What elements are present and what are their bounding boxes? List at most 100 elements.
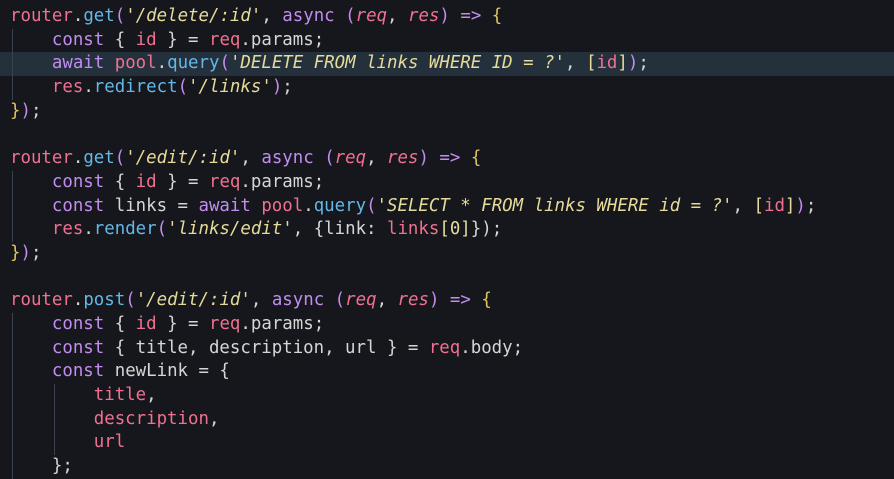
code-token: ( xyxy=(345,6,356,26)
code-token: ( xyxy=(177,77,189,98)
code-line[interactable]: router.get('/delete/:id', async (req, re… xyxy=(0,5,894,29)
code-token: req xyxy=(208,171,241,192)
code-token: 'links/edit' xyxy=(167,219,293,240)
code-token: => xyxy=(439,290,482,311)
code-token: ( xyxy=(114,148,126,169)
code-token: ) xyxy=(418,148,429,169)
code-token: url xyxy=(93,432,126,453)
indent-guide xyxy=(54,407,55,432)
code-token: ; xyxy=(282,77,293,98)
indent-guide xyxy=(12,384,13,408)
indent-guide xyxy=(12,336,13,361)
code-token: .params; xyxy=(240,29,325,50)
indent-guide xyxy=(12,360,13,384)
indent-guide xyxy=(12,431,13,456)
code-token: id xyxy=(135,171,157,192)
code-token: ) xyxy=(20,100,31,121)
code-token: links xyxy=(386,219,440,240)
code-line[interactable]: url xyxy=(0,431,894,456)
code-line[interactable]: const { title, description, url } = req.… xyxy=(0,336,894,361)
code-token: . xyxy=(303,195,314,216)
code-token: . xyxy=(83,77,94,98)
code-token: async xyxy=(261,148,314,169)
code-token: { xyxy=(470,148,482,169)
code-line[interactable]: const newLink = { xyxy=(0,360,894,384)
code-token: { title, description, url } = xyxy=(104,337,429,358)
code-line[interactable]: router.get('/edit/:id', async (req, res)… xyxy=(0,147,894,171)
code-token: title xyxy=(93,385,147,405)
code-line[interactable] xyxy=(0,266,894,290)
code-token: async xyxy=(282,6,335,26)
code-token: description xyxy=(93,408,209,429)
code-token: { xyxy=(104,29,136,50)
code-line[interactable]: title, xyxy=(0,384,894,408)
code-token: => xyxy=(449,6,492,26)
code-token: '/delete/:id' xyxy=(125,6,262,26)
code-token: ; xyxy=(491,219,503,240)
code-token: id xyxy=(596,53,618,74)
code-line[interactable] xyxy=(0,123,894,147)
code-line[interactable]: }); xyxy=(0,100,894,124)
code-token: 'DELETE FROM links WHERE ID = ?' xyxy=(229,53,565,74)
code-token: , xyxy=(146,385,157,405)
code-line[interactable]: res.render('links/edit', {link: links[0]… xyxy=(0,218,894,242)
code-token: res xyxy=(408,6,440,26)
code-token: , xyxy=(387,6,408,26)
code-token: } xyxy=(10,242,21,263)
code-line[interactable]: router.post('/edit/:id', async (req, res… xyxy=(0,289,894,313)
code-line[interactable]: }; xyxy=(0,455,894,479)
code-token: ) xyxy=(20,242,31,263)
code-token: async xyxy=(271,290,325,311)
code-token: [0] xyxy=(439,219,471,240)
indent-guide xyxy=(12,170,13,195)
code-line[interactable]: const { id } = req.params; xyxy=(0,312,894,337)
code-line[interactable]: const { id } = req.params; xyxy=(0,170,894,195)
code-token: ) xyxy=(428,290,440,311)
code-token: req xyxy=(355,6,388,26)
code-line[interactable]: description, xyxy=(0,407,894,432)
code-token: id xyxy=(135,313,157,334)
code-line-highlighted[interactable]: await pool.query('DELETE FROM links WHER… xyxy=(0,52,894,77)
code-token: ( xyxy=(125,290,136,311)
code-token: pool xyxy=(261,195,304,216)
code-token: ; xyxy=(30,242,42,263)
code-token: ) xyxy=(795,195,806,216)
code-token: '/edit/:id' xyxy=(125,148,241,169)
code-token: } = xyxy=(156,313,209,334)
code-token: , xyxy=(208,408,220,429)
code-editor[interactable]: router.get('/delete/:id', async (req, re… xyxy=(0,5,894,479)
code-token: . xyxy=(72,6,84,26)
indent-guide xyxy=(12,28,13,53)
code-token: const xyxy=(51,171,105,192)
code-line[interactable]: }); xyxy=(0,242,894,266)
code-token: await xyxy=(51,53,105,74)
code-token: }) xyxy=(470,219,492,240)
code-token: ] xyxy=(784,195,796,216)
code-token: ; xyxy=(638,53,649,74)
code-token: redirect xyxy=(93,77,178,98)
code-token: { xyxy=(491,6,503,26)
code-line[interactable]: const { id } = req.params; xyxy=(0,28,894,53)
code-line[interactable]: res.redirect('/links'); xyxy=(0,76,894,100)
code-token: , xyxy=(376,290,398,311)
code-token: query xyxy=(313,195,367,216)
code-token: { xyxy=(104,171,136,192)
code-line[interactable]: const links = await pool.query('SELECT *… xyxy=(0,194,894,219)
code-token: ) xyxy=(439,6,450,26)
code-token: get xyxy=(83,6,115,26)
code-token: pool xyxy=(114,53,157,74)
code-token: query xyxy=(167,53,220,74)
code-token: await xyxy=(198,195,251,216)
indent-guide xyxy=(12,218,13,242)
